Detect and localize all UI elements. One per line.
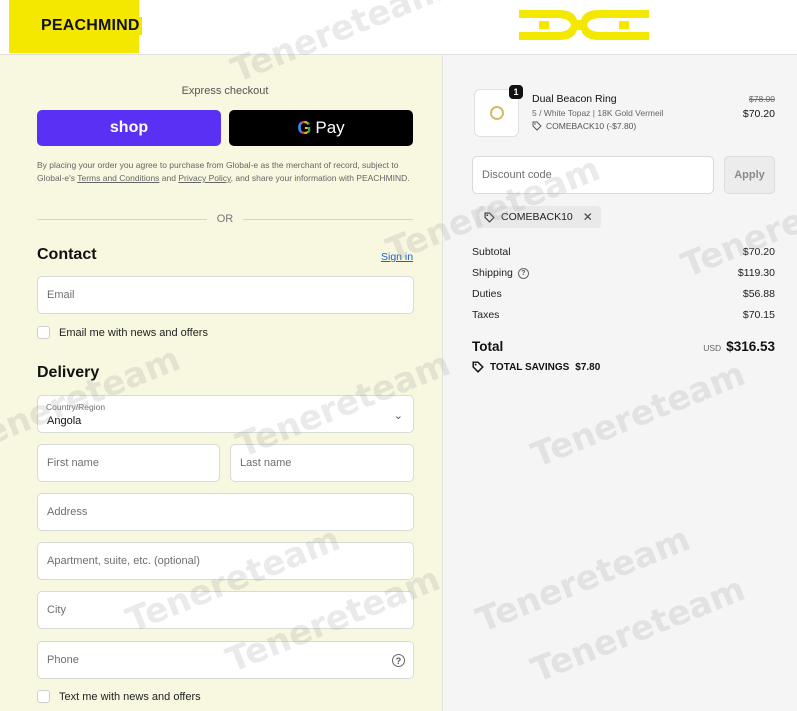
taxes-value: $70.15 <box>742 309 775 321</box>
product-discount-text: COMEBACK10 (-$7.80) <box>546 121 637 131</box>
shipping-label: Shipping <box>472 267 513 279</box>
shipping-label-group: Shipping ? <box>472 267 529 279</box>
apartment-field[interactable]: Apartment, suite, etc. (optional) <box>37 542 414 580</box>
product-name: Dual Beacon Ring <box>532 93 617 105</box>
email-field[interactable]: Email <box>37 276 414 314</box>
privacy-link[interactable]: Privacy Policy <box>178 173 230 183</box>
shop-pay-button[interactable]: shop <box>37 110 221 146</box>
total-label: Total <box>472 339 504 354</box>
final-price: $70.20 <box>742 108 775 120</box>
savings-label: TOTAL SAVINGS <box>490 361 570 373</box>
address-placeholder: Address <box>47 506 88 518</box>
quantity-badge: 1 <box>509 85 523 99</box>
divider-line <box>243 218 413 220</box>
email-news-option[interactable]: Email me with news and offers <box>37 326 208 339</box>
help-icon[interactable]: ? <box>392 654 405 667</box>
applied-discount-chip: COMEBACK10 ✕ <box>476 206 601 228</box>
phone-placeholder: Phone <box>47 654 79 666</box>
subtotal-label: Subtotal <box>472 246 511 258</box>
currency-code: USD <box>703 343 722 353</box>
legal-text-2: and <box>159 173 179 183</box>
duties-value: $56.88 <box>742 288 775 300</box>
terms-link[interactable]: Terms and Conditions <box>77 173 159 183</box>
shipping-row: Shipping ? $119.30 <box>472 267 775 279</box>
remove-discount-icon[interactable]: ✕ <box>583 210 593 224</box>
savings-value: $7.80 <box>575 361 601 373</box>
original-price: $78.00 <box>749 94 775 104</box>
text-news-checkbox[interactable] <box>37 690 50 703</box>
applied-code: COMEBACK10 <box>501 211 573 223</box>
or-divider: OR <box>37 212 413 226</box>
delivery-heading: Delivery <box>37 364 100 381</box>
country-value: Angola <box>47 415 82 427</box>
shipping-value: $119.30 <box>737 267 775 279</box>
shop-pay-label: shop <box>109 119 149 136</box>
taxes-label: Taxes <box>472 309 500 321</box>
duties-label: Duties <box>472 288 502 300</box>
email-news-label: Email me with news and offers <box>59 326 208 339</box>
sign-in-link[interactable]: Sign in <box>381 251 413 263</box>
apply-button[interactable]: Apply <box>724 156 775 194</box>
legal-notice: By placing your order you agree to purch… <box>37 159 415 185</box>
order-summary-pane: 1 Dual Beacon Ring 5 / White Topaz | 18K… <box>443 55 797 711</box>
ring-image <box>489 106 504 120</box>
help-icon[interactable]: ? <box>517 267 529 279</box>
subtotal-row: Subtotal $70.20 <box>472 246 775 258</box>
product-discount: COMEBACK10 (-$7.80) <box>532 121 636 131</box>
total-row: Total USD $316.53 <box>472 338 775 356</box>
first-name-placeholder: First name <box>47 457 99 469</box>
header: PEACHMIND <box>0 0 797 55</box>
address-field[interactable]: Address <box>37 493 414 531</box>
last-name-placeholder: Last name <box>240 457 292 469</box>
brand-logo[interactable]: PEACHMIND <box>9 0 142 53</box>
apartment-placeholder: Apartment, suite, etc. (optional) <box>47 555 200 567</box>
total-amount-group: USD $316.53 <box>703 338 775 356</box>
text-news-option[interactable]: Text me with news and offers <box>37 690 201 703</box>
total-value: $316.53 <box>726 339 775 354</box>
brand-name: PEACHMIND <box>39 17 142 35</box>
country-label: Country/Region <box>46 402 106 412</box>
taxes-row: Taxes $70.15 <box>472 309 775 321</box>
subtotal-value: $70.20 <box>742 246 775 258</box>
discount-code-placeholder: Discount code <box>482 169 552 181</box>
google-pay-button[interactable]: G Pay <box>229 110 413 146</box>
chevron-down-icon: ⌄ <box>393 410 403 422</box>
email-placeholder: Email <box>47 289 75 301</box>
product-variant: 5 / White Topaz | 18K Gold Vermeil <box>532 108 664 118</box>
tag-icon <box>472 361 484 373</box>
tag-icon <box>532 121 542 131</box>
total-savings: TOTAL SAVINGS $7.80 <box>472 361 600 373</box>
phone-field[interactable]: Phone ? <box>37 641 414 679</box>
center-logo-mark <box>519 10 649 40</box>
city-field[interactable]: City <box>37 591 414 629</box>
country-select[interactable]: Country/Region Angola ⌄ <box>37 395 414 433</box>
first-name-field[interactable]: First name <box>37 444 220 482</box>
last-name-field[interactable]: Last name <box>230 444 414 482</box>
contact-heading: Contact <box>37 246 97 263</box>
tag-icon <box>484 212 495 223</box>
google-g-icon: G <box>297 117 312 138</box>
discount-code-field[interactable]: Discount code <box>472 156 714 194</box>
text-news-label: Text me with news and offers <box>59 690 201 703</box>
city-placeholder: City <box>47 604 66 616</box>
checkout-form-pane: Express checkout shop G Pay By placing y… <box>0 55 443 711</box>
email-news-checkbox[interactable] <box>37 326 50 339</box>
express-checkout-title: Express checkout <box>181 85 269 97</box>
or-label: OR <box>216 213 234 225</box>
google-pay-label: Pay <box>315 118 345 137</box>
duties-row: Duties $56.88 <box>472 288 775 300</box>
divider-line <box>37 218 207 220</box>
legal-text-3: , and share your information with PEACHM… <box>230 173 410 183</box>
